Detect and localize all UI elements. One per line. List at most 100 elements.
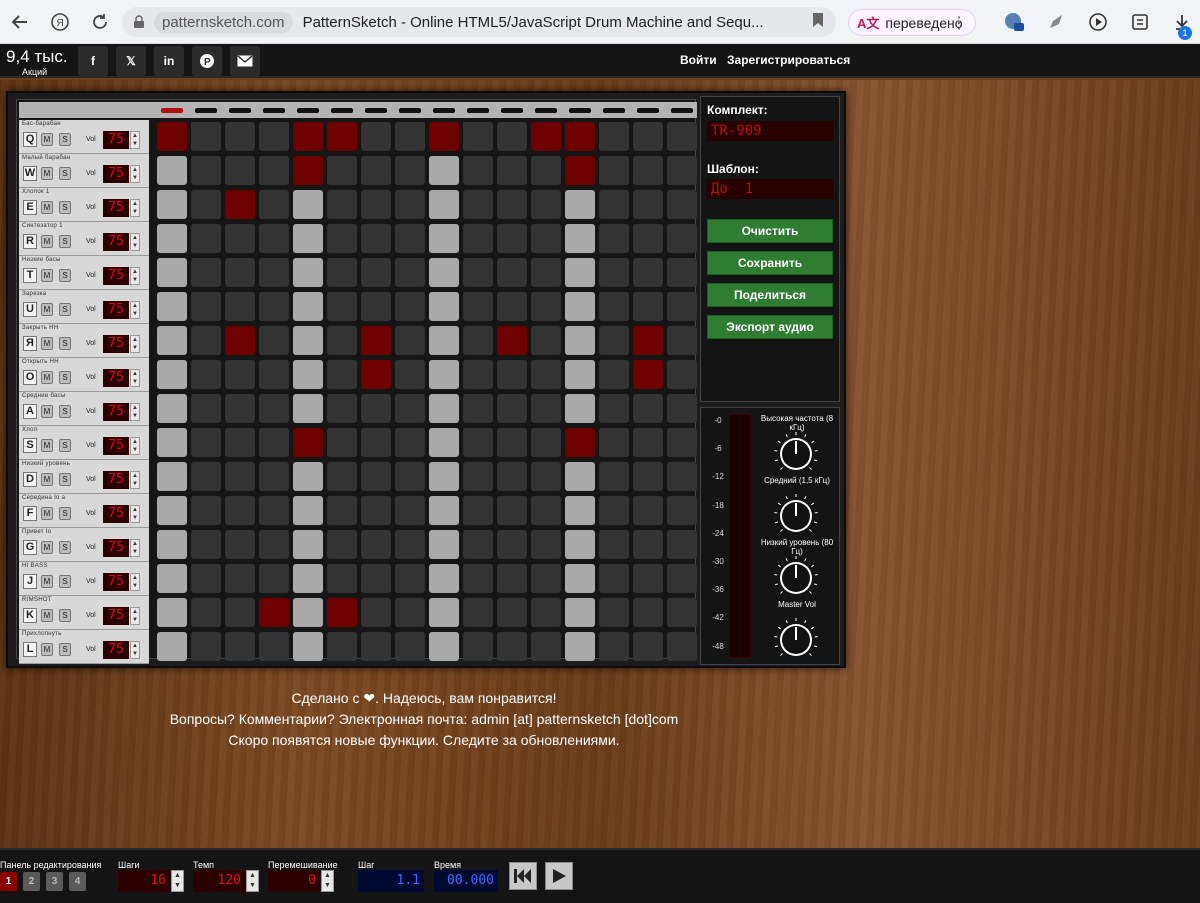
solo-button[interactable]: S xyxy=(59,201,71,214)
volume-display[interactable]: 75 xyxy=(103,267,129,285)
step-pad[interactable] xyxy=(565,598,595,627)
volume-display[interactable]: 75 xyxy=(103,437,129,455)
step-pad[interactable] xyxy=(157,632,187,661)
vpn-extension-icon[interactable] xyxy=(1000,8,1028,36)
step-pad[interactable] xyxy=(225,496,255,525)
step-pad[interactable] xyxy=(599,564,629,593)
step-pad[interactable] xyxy=(633,428,663,457)
step-pad[interactable] xyxy=(327,122,357,151)
step-pad[interactable] xyxy=(225,360,255,389)
step-pad[interactable] xyxy=(191,224,221,253)
step-pad[interactable] xyxy=(191,326,221,355)
step-pad[interactable] xyxy=(497,258,527,287)
solo-button[interactable]: S xyxy=(59,371,71,384)
step-pad[interactable] xyxy=(293,190,323,219)
step-pad[interactable] xyxy=(531,258,561,287)
step-pad[interactable] xyxy=(327,394,357,423)
step-pad[interactable] xyxy=(327,496,357,525)
mute-button[interactable]: M xyxy=(41,371,53,384)
mute-button[interactable]: M xyxy=(41,609,53,622)
step-pad[interactable] xyxy=(327,360,357,389)
export-audio-button[interactable]: Экспорт аудио xyxy=(707,315,833,339)
more-vert-icon[interactable]: ⋮ xyxy=(951,13,967,33)
volume-spinner[interactable]: ▲ ▼ xyxy=(130,641,140,659)
volume-spinner[interactable]: ▲ ▼ xyxy=(130,165,140,183)
step-pad[interactable] xyxy=(293,462,323,491)
step-pad[interactable] xyxy=(531,122,561,151)
solo-button[interactable]: S xyxy=(59,235,71,248)
volume-display[interactable]: 75 xyxy=(103,369,129,387)
step-pad[interactable] xyxy=(667,564,697,593)
step-pad[interactable] xyxy=(667,530,697,559)
step-pad[interactable] xyxy=(463,632,493,661)
step-pad[interactable] xyxy=(225,462,255,491)
step-pad[interactable] xyxy=(463,564,493,593)
step-pad[interactable] xyxy=(497,156,527,185)
step-pad[interactable] xyxy=(225,156,255,185)
step-pad[interactable] xyxy=(327,428,357,457)
solo-button[interactable]: S xyxy=(59,609,71,622)
volume-display[interactable]: 75 xyxy=(103,539,129,557)
track-key-button[interactable]: R xyxy=(23,234,37,249)
step-pad[interactable] xyxy=(157,190,187,219)
mute-button[interactable]: M xyxy=(41,337,53,350)
step-pad[interactable] xyxy=(395,190,425,219)
volume-display[interactable]: 75 xyxy=(103,403,129,421)
volume-display[interactable]: 75 xyxy=(103,505,129,523)
step-pad[interactable] xyxy=(361,462,391,491)
collections-icon[interactable] xyxy=(1126,8,1154,36)
step-pad[interactable] xyxy=(633,394,663,423)
step-pad[interactable] xyxy=(361,122,391,151)
step-pad[interactable] xyxy=(497,632,527,661)
track-key-button[interactable]: Я xyxy=(23,336,37,351)
panel-4-button[interactable]: 4 xyxy=(69,872,86,891)
track-key-button[interactable]: W xyxy=(23,166,37,181)
step-pad[interactable] xyxy=(497,360,527,389)
step-pad[interactable] xyxy=(429,190,459,219)
step-pad[interactable] xyxy=(565,496,595,525)
solo-button[interactable]: S xyxy=(59,541,71,554)
track-key-button[interactable]: A xyxy=(23,404,37,419)
step-pad[interactable] xyxy=(293,156,323,185)
volume-spinner[interactable]: ▲ ▼ xyxy=(130,369,140,387)
step-pad[interactable] xyxy=(327,632,357,661)
step-pad[interactable] xyxy=(429,292,459,321)
step-pad[interactable] xyxy=(225,598,255,627)
step-pad[interactable] xyxy=(531,462,561,491)
volume-spinner[interactable]: ▲ ▼ xyxy=(130,607,140,625)
step-pad[interactable] xyxy=(599,156,629,185)
step-pad[interactable] xyxy=(429,564,459,593)
pinterest-share-button[interactable]: P xyxy=(192,46,222,76)
step-pad[interactable] xyxy=(531,292,561,321)
step-pad[interactable] xyxy=(633,156,663,185)
step-pad[interactable] xyxy=(395,530,425,559)
step-pad[interactable] xyxy=(429,326,459,355)
step-pad[interactable] xyxy=(259,258,289,287)
step-pad[interactable] xyxy=(157,530,187,559)
step-pad[interactable] xyxy=(633,224,663,253)
solo-button[interactable]: S xyxy=(59,405,71,418)
step-pad[interactable] xyxy=(293,530,323,559)
bookmark-icon[interactable] xyxy=(812,12,824,33)
volume-spinner[interactable]: ▲ ▼ xyxy=(130,301,140,319)
step-pad[interactable] xyxy=(599,122,629,151)
step-pad[interactable] xyxy=(463,462,493,491)
mute-button[interactable]: M xyxy=(41,473,53,486)
step-pad[interactable] xyxy=(191,462,221,491)
volume-display[interactable]: 75 xyxy=(103,573,129,591)
step-pad[interactable] xyxy=(429,360,459,389)
volume-display[interactable]: 75 xyxy=(103,199,129,217)
step-pad[interactable] xyxy=(599,258,629,287)
step-pad[interactable] xyxy=(395,292,425,321)
step-pad[interactable] xyxy=(531,360,561,389)
step-pad[interactable] xyxy=(667,326,697,355)
step-pad[interactable] xyxy=(463,428,493,457)
step-pad[interactable] xyxy=(531,394,561,423)
step-pad[interactable] xyxy=(191,258,221,287)
track-key-button[interactable]: F xyxy=(23,506,37,521)
step-pad[interactable] xyxy=(361,530,391,559)
step-pad[interactable] xyxy=(327,292,357,321)
volume-spinner[interactable]: ▲ ▼ xyxy=(130,437,140,455)
steps-spinner[interactable]: ▲ ▼ xyxy=(171,870,184,892)
step-pad[interactable] xyxy=(599,496,629,525)
